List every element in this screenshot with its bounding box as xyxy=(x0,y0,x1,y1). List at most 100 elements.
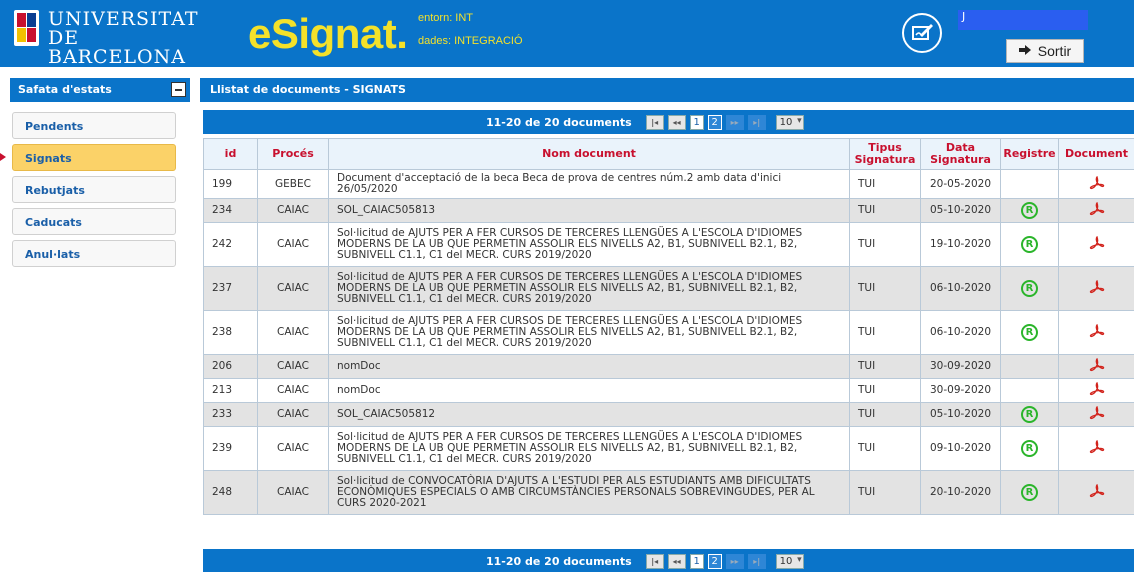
registered-icon[interactable]: R xyxy=(1021,236,1038,253)
col-header-tipus[interactable]: Tipus Signatura xyxy=(849,138,921,170)
cell-registre xyxy=(1000,354,1059,379)
logout-button[interactable]: Sortir xyxy=(1006,39,1084,63)
university-logo[interactable]: UNIVERSITAT DE BARCELONA xyxy=(14,10,224,67)
col-header-id[interactable]: id xyxy=(203,138,258,170)
cell-id: 248 xyxy=(203,470,258,515)
cell-proces: CAIAC xyxy=(257,198,329,223)
cell-id: 242 xyxy=(203,222,258,267)
cell-nom-document: Sol·licitud de CONVOCATÒRIA D'AJUTS A L'… xyxy=(328,470,850,515)
table-row[interactable]: 238 CAIAC Sol·licitud de AJUTS PER A FER C… xyxy=(203,310,1134,355)
last-page-icon[interactable]: ▸| xyxy=(747,114,766,130)
registered-icon[interactable]: R xyxy=(1021,440,1038,457)
sidebar-item-anullats[interactable]: Anul·lats xyxy=(12,240,176,267)
signature-pen-icon[interactable] xyxy=(902,13,942,53)
cell-nom-document: SOL_CAIAC505812 xyxy=(328,402,850,427)
cell-proces: CAIAC xyxy=(257,378,329,403)
cell-registre: R xyxy=(1000,426,1059,471)
cell-document xyxy=(1058,426,1134,471)
cell-proces: CAIAC xyxy=(257,354,329,379)
pdf-icon[interactable] xyxy=(1089,483,1105,502)
sidebar-item-caducats[interactable]: Caducats xyxy=(12,208,176,235)
cell-tipus-signatura: TUI xyxy=(849,169,921,199)
cell-tipus-signatura: TUI xyxy=(849,470,921,515)
cell-id: 213 xyxy=(203,378,258,403)
sidebar-item-rebutjats[interactable]: Rebutjats xyxy=(12,176,176,203)
col-header-proces[interactable]: Procés xyxy=(257,138,329,170)
cell-registre: R xyxy=(1000,470,1059,515)
pager-top: 11-20 de 20 documents |◂ ◂◂ 1 2 ▸▸ ▸| 10 xyxy=(203,110,1134,134)
prev-page-icon[interactable]: ◂◂ xyxy=(667,114,686,130)
registered-icon[interactable]: R xyxy=(1021,280,1038,297)
cell-tipus-signatura: TUI xyxy=(849,426,921,471)
table-row[interactable]: 199 GEBEC Document d'acceptació de la beca… xyxy=(203,169,1134,199)
documents-table-body: 199 GEBEC Document d'acceptació de la beca… xyxy=(203,169,1134,515)
cell-registre xyxy=(1000,169,1059,199)
cell-tipus-signatura: TUI xyxy=(849,198,921,223)
cell-document xyxy=(1058,310,1134,355)
pdf-icon[interactable] xyxy=(1089,323,1105,342)
app-brand[interactable]: eSignat. xyxy=(248,12,408,56)
table-header-row: id Procés Nom document Tipus Signatura D… xyxy=(203,138,1134,170)
first-page-icon[interactable]: |◂ xyxy=(645,553,664,569)
table-row[interactable]: 233 CAIAC SOL_CAIAC505812 TUI 05-10-2020 R xyxy=(203,402,1134,427)
cell-tipus-signatura: TUI xyxy=(849,354,921,379)
cell-nom-document: Sol·licitud de AJUTS PER A FER CURSOS DE… xyxy=(328,266,850,311)
pdf-icon[interactable] xyxy=(1089,381,1105,400)
col-header-nom[interactable]: Nom document xyxy=(328,138,850,170)
sidebar-item-pendents[interactable]: Pendents xyxy=(12,112,176,139)
cell-id: 234 xyxy=(203,198,258,223)
cell-document xyxy=(1058,169,1134,199)
pager-summary: 11-20 de 20 documents xyxy=(486,554,632,568)
cell-proces: CAIAC xyxy=(257,402,329,427)
per-page-select[interactable]: 10 xyxy=(775,553,804,569)
page-1-button[interactable]: 1 xyxy=(689,114,704,130)
table-row[interactable]: 234 CAIAC SOL_CAIAC505813 TUI 05-10-2020 R xyxy=(203,198,1134,223)
pdf-icon[interactable] xyxy=(1089,405,1105,424)
page-2-button[interactable]: 2 xyxy=(707,553,722,569)
university-name: UNIVERSITAT DE BARCELONA xyxy=(48,10,224,67)
table-row[interactable]: 237 CAIAC Sol·licitud de AJUTS PER A FER C… xyxy=(203,266,1134,311)
cell-registre: R xyxy=(1000,222,1059,267)
table-row[interactable]: 248 CAIAC Sol·licitud de CONVOCATÒRIA D'AJ… xyxy=(203,470,1134,515)
environment-info: entorn: INT dades: INTEGRACIÓ xyxy=(418,12,523,47)
next-page-icon[interactable]: ▸▸ xyxy=(725,553,744,569)
cell-tipus-signatura: TUI xyxy=(849,310,921,355)
last-page-icon[interactable]: ▸| xyxy=(747,553,766,569)
table-row[interactable]: 206 CAIAC nomDoc TUI 30-09-2020 xyxy=(203,354,1134,379)
next-page-icon[interactable]: ▸▸ xyxy=(725,114,744,130)
pdf-icon[interactable] xyxy=(1089,357,1105,376)
pdf-icon[interactable] xyxy=(1089,175,1105,194)
cell-document xyxy=(1058,402,1134,427)
registered-icon[interactable]: R xyxy=(1021,484,1038,501)
cell-proces: CAIAC xyxy=(257,266,329,311)
registered-icon[interactable]: R xyxy=(1021,202,1038,219)
pdf-icon[interactable] xyxy=(1089,235,1105,254)
page-2-button[interactable]: 2 xyxy=(707,114,722,130)
app-header: UNIVERSITAT DE BARCELONA eSignat. entorn… xyxy=(0,0,1134,67)
col-header-document[interactable]: Document xyxy=(1058,138,1134,170)
pager-bottom: 11-20 de 20 documents |◂ ◂◂ 1 2 ▸▸ ▸| 10 xyxy=(203,549,1134,572)
cell-nom-document: Sol·licitud de AJUTS PER A FER CURSOS DE… xyxy=(328,222,850,267)
pdf-icon[interactable] xyxy=(1089,439,1105,458)
pdf-icon[interactable] xyxy=(1089,201,1105,220)
pdf-icon[interactable] xyxy=(1089,279,1105,298)
table-row[interactable]: 239 CAIAC Sol·licitud de AJUTS PER A FER C… xyxy=(203,426,1134,471)
registered-icon[interactable]: R xyxy=(1021,324,1038,341)
user-name: J xyxy=(958,10,1088,30)
table-row[interactable]: 242 CAIAC Sol·licitud de AJUTS PER A FER C… xyxy=(203,222,1134,267)
col-header-data[interactable]: Data Signatura xyxy=(920,138,1001,170)
cell-data-signatura: 30-09-2020 xyxy=(920,378,1001,403)
first-page-icon[interactable]: |◂ xyxy=(645,114,664,130)
per-page-select[interactable]: 10 xyxy=(775,114,804,130)
sidebar-item-signats[interactable]: Signats xyxy=(12,144,176,171)
cell-proces: CAIAC xyxy=(257,310,329,355)
prev-page-icon[interactable]: ◂◂ xyxy=(667,553,686,569)
data-environment-label: dades: INTEGRACIÓ xyxy=(418,35,523,47)
registered-icon[interactable]: R xyxy=(1021,406,1038,423)
collapse-icon[interactable] xyxy=(171,82,186,97)
cell-document xyxy=(1058,378,1134,403)
col-header-registre[interactable]: Registre xyxy=(1000,138,1059,170)
table-row[interactable]: 213 CAIAC nomDoc TUI 30-09-2020 xyxy=(203,378,1134,403)
cell-data-signatura: 06-10-2020 xyxy=(920,266,1001,311)
page-1-button[interactable]: 1 xyxy=(689,553,704,569)
